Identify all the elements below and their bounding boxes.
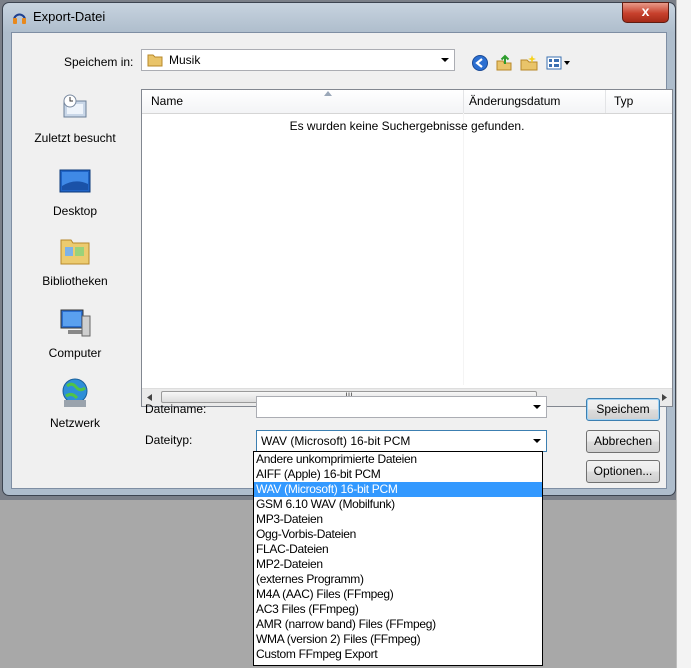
dialog-body: Speichem in: Musik Zuletzt besucht Deskt… — [11, 32, 673, 489]
view-menu-icon[interactable] — [546, 54, 572, 72]
place-network[interactable]: Netzwerk — [12, 376, 138, 430]
background-edge — [676, 0, 691, 668]
filetype-option[interactable]: (externes Programm) — [254, 572, 542, 587]
filetype-option[interactable]: Andere unkomprimierte Dateien — [254, 452, 542, 467]
filetype-option[interactable]: MP3-Dateien — [254, 512, 542, 527]
filetype-label: Dateityp: — [145, 433, 193, 447]
places-bar: Zuletzt besucht Desktop Bibliotheken Com… — [12, 91, 138, 431]
empty-message: Es wurden keine Suchergebnisse gefunden. — [289, 119, 525, 133]
up-folder-icon[interactable] — [495, 54, 513, 72]
filename-field[interactable] — [256, 396, 547, 418]
place-recent[interactable]: Zuletzt besucht — [12, 91, 138, 145]
close-button[interactable]: x — [622, 2, 669, 23]
desktop-icon — [58, 164, 92, 198]
filetype-option[interactable]: AMR (narrow band) Files (FFmpeg) — [254, 617, 542, 632]
chevron-down-icon — [441, 58, 449, 62]
column-divider[interactable] — [463, 90, 464, 113]
column-name[interactable]: Name — [151, 94, 183, 108]
place-label: Bibliotheken — [42, 274, 108, 288]
filetype-dropdown-list[interactable]: Andere unkomprimierte Dateien AIFF (Appl… — [253, 451, 543, 666]
chevron-down-icon[interactable] — [533, 439, 541, 443]
filetype-option[interactable]: Custom FFmpeg Export — [254, 647, 542, 662]
audacity-icon — [13, 13, 26, 24]
export-dialog: Export-Datei x Speichem in: Musik Zuletz… — [2, 2, 676, 496]
new-folder-icon[interactable] — [520, 54, 538, 72]
location-combo[interactable]: Musik — [141, 49, 455, 71]
filename-label: Dateiname: — [145, 402, 207, 416]
cancel-button[interactable]: Abbrechen — [586, 430, 660, 453]
column-header: Name Änderungsdatum Typ — [142, 90, 672, 114]
column-date[interactable]: Änderungsdatum — [469, 94, 560, 108]
filetype-option-selected[interactable]: WAV (Microsoft) 16-bit PCM — [254, 482, 542, 497]
back-icon[interactable] — [471, 54, 489, 72]
filetype-option[interactable]: FLAC-Dateien — [254, 542, 542, 557]
filetype-option[interactable]: MP2-Dateien — [254, 557, 542, 572]
scroll-right-icon[interactable] — [662, 394, 667, 401]
save-in-label: Speichem in: — [64, 55, 134, 69]
libraries-icon — [58, 234, 92, 268]
save-button[interactable]: Speichem — [586, 398, 660, 421]
place-label: Netzwerk — [49, 416, 100, 430]
column-gridline — [463, 113, 464, 385]
filetype-option[interactable]: AC3 Files (FFmpeg) — [254, 602, 542, 617]
filetype-option[interactable]: GSM 6.10 WAV (Mobilfunk) — [254, 497, 542, 512]
options-button[interactable]: Optionen... — [586, 460, 660, 483]
place-computer[interactable]: Computer — [12, 306, 138, 360]
filetype-value: WAV (Microsoft) 16-bit PCM — [261, 434, 411, 448]
place-label: Computer — [48, 346, 102, 360]
place-label: Desktop — [52, 204, 98, 218]
network-icon — [58, 376, 92, 410]
filetype-option[interactable]: AIFF (Apple) 16-bit PCM — [254, 467, 542, 482]
sort-ascending-icon — [324, 91, 332, 96]
filetype-select[interactable]: WAV (Microsoft) 16-bit PCM — [256, 430, 547, 452]
recent-places-icon — [58, 91, 92, 125]
chevron-down-icon[interactable] — [533, 405, 541, 409]
place-libraries[interactable]: Bibliotheken — [12, 234, 138, 288]
place-label: Zuletzt besucht — [34, 131, 116, 145]
filetype-option[interactable]: M4A (AAC) Files (FFmpeg) — [254, 587, 542, 602]
filetype-option[interactable]: WMA (version 2) Files (FFmpeg) — [254, 632, 542, 647]
place-desktop[interactable]: Desktop — [12, 164, 138, 218]
scroll-left-icon[interactable] — [147, 394, 152, 401]
title-bar: Export-Datei x — [3, 2, 675, 31]
column-divider[interactable] — [605, 90, 606, 113]
column-type[interactable]: Typ — [614, 94, 633, 108]
computer-icon — [58, 306, 92, 340]
window-title: Export-Datei — [33, 9, 106, 24]
location-value: Musik — [169, 53, 201, 67]
file-list[interactable]: Name Änderungsdatum Typ Es wurden keine … — [141, 89, 673, 407]
filetype-option[interactable]: Ogg-Vorbis-Dateien — [254, 527, 542, 542]
folder-icon — [147, 54, 163, 67]
